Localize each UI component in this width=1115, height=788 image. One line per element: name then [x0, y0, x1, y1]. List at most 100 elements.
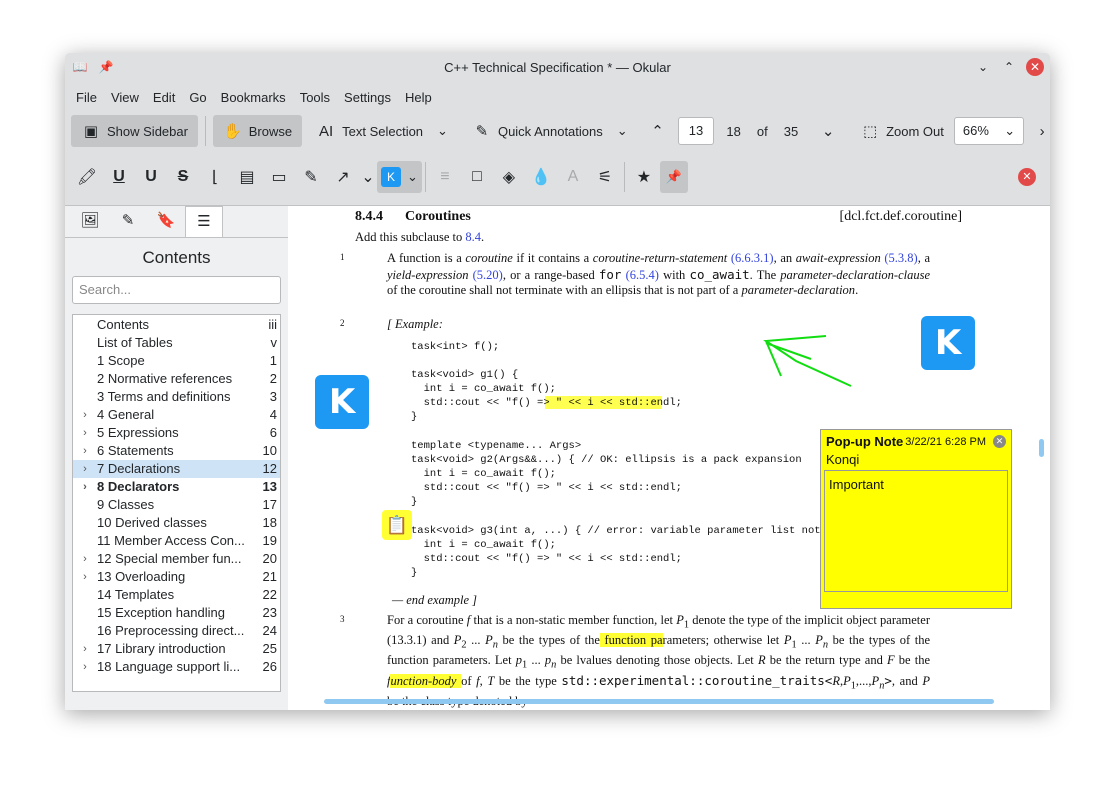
comment-icon[interactable]: ▭ — [263, 167, 295, 187]
zoom-out-icon: ⬚ — [862, 123, 878, 140]
sidebar: 🖼 ✎ 🔖 ☰ Contents Search... Contents iii List … — [65, 205, 288, 710]
note-date: 3/22/21 6:28 PM — [905, 435, 986, 448]
section-heading: Coroutines — [405, 209, 471, 224]
stamp-button[interactable]: K ⌄ — [377, 161, 422, 193]
menu-tools[interactable]: Tools — [293, 90, 337, 105]
toc-item[interactable]: › 6 Statements 10 — [73, 442, 280, 460]
toc-item[interactable]: › 13 Overloading 21 — [73, 568, 280, 586]
toc-item[interactable]: › 5 Expressions 6 — [73, 424, 280, 442]
toc-label: 4 General — [97, 407, 155, 422]
contents-tree: Contents iii List of Tables v 1 Scope 1 2 Norm… — [72, 314, 281, 692]
maximize-button[interactable]: ⌃ — [1000, 58, 1018, 76]
menu-bookmarks[interactable]: Bookmarks — [214, 90, 293, 105]
toc-item[interactable]: 16 Preprocessing direct... 24 — [73, 622, 280, 640]
opacity-icon[interactable]: 💧 — [525, 167, 557, 187]
squiggle-icon[interactable]: U — [135, 168, 167, 186]
chevron-right-icon[interactable]: › — [73, 478, 97, 496]
page-number-input[interactable]: 13 — [677, 117, 715, 145]
kde-stamp-annotation[interactable]: K — [315, 375, 369, 429]
text-selection-button[interactable]: AI Text Selection ⌄ — [306, 115, 458, 147]
pin-toolbar-button[interactable]: 📌 — [659, 161, 689, 193]
search-input[interactable]: Search... — [72, 276, 281, 304]
chevron-right-icon[interactable]: › — [73, 658, 97, 676]
toc-item[interactable]: 15 Exception handling 23 — [73, 604, 280, 622]
line-width-icon: ≡ — [440, 168, 450, 185]
next-page-icon[interactable]: ⌄ — [820, 122, 836, 140]
popup-note[interactable]: Pop-up Note 3/22/21 6:28 PM ✕ Konqi Import… — [820, 429, 1012, 609]
toc-page: 24 — [262, 623, 277, 638]
chevron-right-icon[interactable]: › — [73, 568, 97, 586]
pin-icon[interactable]: 📌 — [97, 58, 115, 76]
toc-item[interactable]: 1 Scope 1 — [73, 352, 280, 370]
chevron-right-icon[interactable]: › — [73, 424, 97, 442]
chevron-right-icon[interactable]: › — [73, 640, 97, 658]
rectangle-icon[interactable]: □ — [461, 168, 493, 186]
menu-go[interactable]: Go — [182, 90, 213, 105]
kde-stamp-annotation[interactable]: K — [921, 316, 975, 370]
menu-help[interactable]: Help — [398, 90, 439, 105]
horizontal-scrollbar[interactable] — [324, 699, 994, 704]
annotations-tab[interactable]: ✎ — [109, 206, 147, 237]
star-icon[interactable]: ★ — [628, 167, 660, 187]
toc-item[interactable]: › 17 Library introduction 25 — [73, 640, 280, 658]
toc-item[interactable]: › 18 Language support li... 26 — [73, 658, 280, 676]
browse-button[interactable]: ✋ Browse — [212, 115, 303, 147]
freehand-arrow-annotation[interactable] — [756, 331, 856, 396]
toc-item[interactable]: 14 Templates 22 — [73, 586, 280, 604]
previous-page-icon[interactable]: ⌃ — [650, 122, 666, 140]
chevron-down-icon[interactable]: ⌄ — [359, 167, 377, 187]
thumbnails-tab[interactable]: 🖼 — [71, 206, 109, 237]
highlight-annotation[interactable] — [545, 396, 662, 409]
contents-tab[interactable]: ☰ — [185, 206, 223, 237]
menu-file[interactable]: File — [69, 90, 104, 105]
freehand-icon[interactable]: ✎ — [295, 167, 327, 187]
chevron-right-icon[interactable]: › — [73, 442, 97, 460]
toc-page: iii — [268, 317, 277, 332]
minimize-button[interactable]: ⌄ — [974, 58, 992, 76]
chevron-right-icon[interactable]: › — [73, 460, 97, 478]
divider — [204, 116, 206, 146]
zoom-value: 66% — [962, 123, 989, 138]
show-sidebar-button[interactable]: ▣ Show Sidebar — [71, 115, 198, 147]
close-button[interactable]: ✕ — [1026, 58, 1044, 76]
toc-item[interactable]: List of Tables v — [73, 334, 280, 352]
underline-icon[interactable]: U — [103, 168, 135, 186]
toc-item[interactable]: 3 Terms and definitions 3 — [73, 388, 280, 406]
toc-item[interactable]: 11 Member Access Con... 19 — [73, 532, 280, 550]
note-annotation-icon[interactable]: 📋 — [382, 510, 412, 540]
zoom-select[interactable]: 66% ⌄ — [953, 117, 1025, 145]
toc-label: 2 Normative references — [97, 371, 233, 386]
overflow-icon[interactable]: › — [1034, 123, 1050, 140]
chevron-down-icon[interactable]: ⌄ — [617, 123, 628, 139]
typewriter-icon[interactable]: ⌊ — [199, 167, 231, 187]
toc-item[interactable]: 10 Derived classes 18 — [73, 514, 280, 532]
quick-annotations-button[interactable]: ✎ Quick Annotations ⌄ — [462, 115, 638, 147]
toc-item[interactable]: › 12 Special member fun... 20 — [73, 550, 280, 568]
toc-item[interactable]: 2 Normative references 2 — [73, 370, 280, 388]
intro-link[interactable]: 8.4 — [465, 230, 481, 244]
menu-edit[interactable]: Edit — [146, 90, 182, 105]
note-text-area[interactable]: Important — [824, 470, 1008, 592]
close-toolbar-icon[interactable]: ✕ — [1018, 168, 1036, 186]
settings-sliders-icon[interactable]: ⚟ — [589, 167, 621, 187]
toc-item[interactable]: 9 Classes 17 — [73, 496, 280, 514]
note-icon[interactable]: ▤ — [231, 167, 263, 187]
strikeout-icon[interactable]: S — [167, 168, 199, 186]
fill-color-icon[interactable]: ◈ — [493, 167, 525, 187]
zoom-out-button[interactable]: ⬚ Zoom Out — [854, 115, 950, 147]
highlighter-icon[interactable]: 🖍 — [71, 167, 103, 187]
menu-view[interactable]: View — [104, 90, 146, 105]
toc-item[interactable]: › 7 Declarations 12 — [73, 460, 280, 478]
chevron-down-icon[interactable]: ⌄ — [437, 123, 448, 139]
vertical-scrollbar[interactable] — [1039, 439, 1044, 457]
menu-settings[interactable]: Settings — [337, 90, 398, 105]
toc-item[interactable]: › 8 Declarators 13 — [73, 478, 280, 496]
toc-item[interactable]: Contents iii — [73, 316, 280, 334]
chevron-right-icon[interactable]: › — [73, 550, 97, 568]
close-note-icon[interactable]: ✕ — [993, 435, 1006, 448]
bookmarks-tab[interactable]: 🔖 — [147, 206, 185, 237]
chevron-right-icon[interactable]: › — [73, 406, 97, 424]
toc-item[interactable]: › 4 General 4 — [73, 406, 280, 424]
line-icon[interactable]: ↗ — [327, 167, 359, 187]
